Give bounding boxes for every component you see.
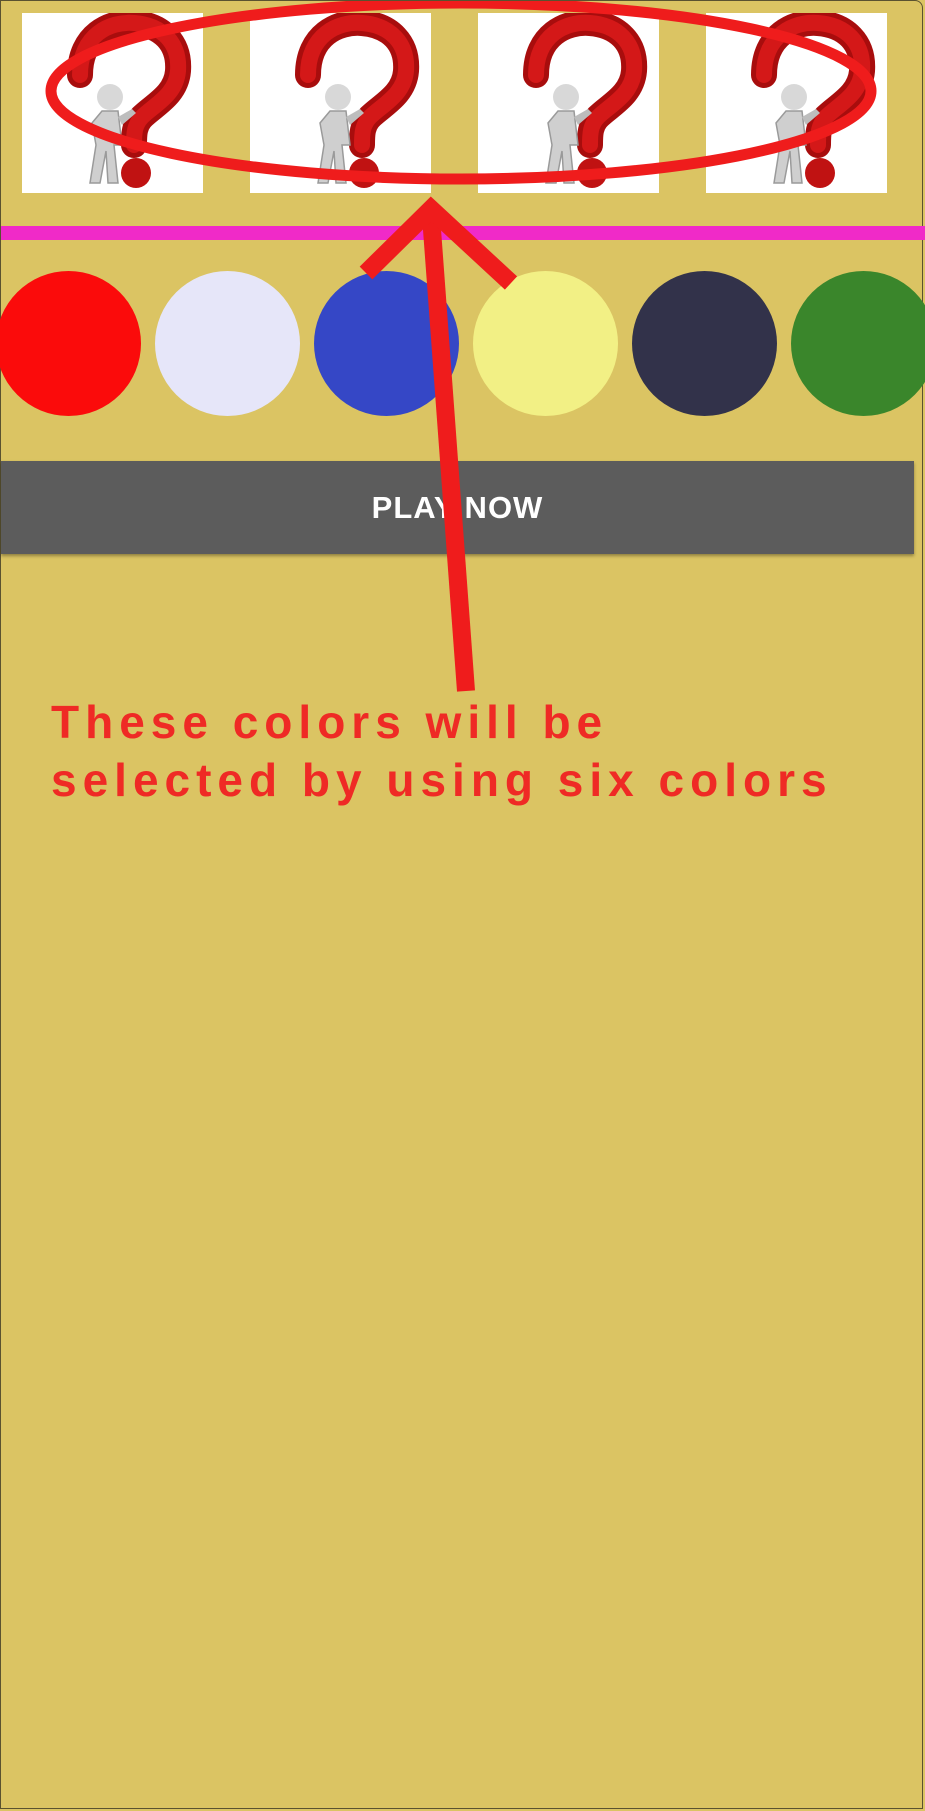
section-divider xyxy=(1,226,925,240)
hidden-color-slot-4 xyxy=(706,13,887,193)
play-now-button[interactable]: PLAY NOW xyxy=(1,461,914,554)
annotation-text: These colors will be selected by using s… xyxy=(51,693,911,809)
color-swatch-green[interactable] xyxy=(791,271,925,416)
hidden-color-slot-2 xyxy=(250,13,431,193)
hidden-color-slot-3 xyxy=(478,13,659,193)
annotation-line-1: These colors will be xyxy=(51,696,609,748)
color-palette xyxy=(0,271,925,416)
color-swatch-red[interactable] xyxy=(0,271,141,416)
annotation-line-2: selected by using six colors xyxy=(51,754,833,806)
color-swatch-blue[interactable] xyxy=(314,271,459,416)
color-swatch-yellow[interactable] xyxy=(473,271,618,416)
question-figure-icon xyxy=(67,13,192,188)
color-swatch-white[interactable] xyxy=(155,271,300,416)
question-figure-icon xyxy=(295,13,420,188)
hidden-code-row xyxy=(1,1,925,201)
app-screen: PLAY NOW These colors will be selected b… xyxy=(0,0,925,1809)
color-swatch-black[interactable] xyxy=(632,271,777,416)
hidden-color-slot-1 xyxy=(22,13,203,193)
question-figure-icon xyxy=(523,13,648,188)
question-figure-icon xyxy=(751,13,876,188)
